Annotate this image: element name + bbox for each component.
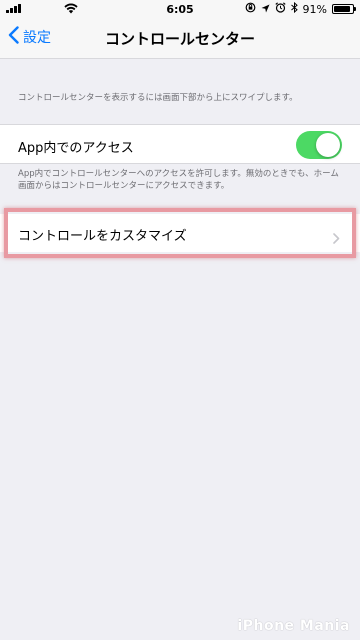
- watermark-logo: iPhone Mania: [237, 618, 350, 634]
- status-icons: 91%: [245, 1, 356, 16]
- highlight-frame: [4, 208, 356, 258]
- swipe-hint-text: コントロールセンターを表示するには画面下部から上にスワイプします。: [18, 93, 298, 103]
- navigation-bar: 設定 コントロールセンター: [0, 18, 360, 59]
- rotation-lock-icon: [245, 2, 256, 16]
- location-icon: [261, 3, 270, 16]
- bluetooth-icon: [290, 1, 298, 16]
- access-within-apps-label: App内でのアクセス: [18, 141, 134, 156]
- access-hint-text: App内でコントロールセンターへのアクセスを許可します。無効のときでも、ホーム画…: [18, 169, 339, 191]
- battery-icon: [332, 4, 356, 14]
- alarm-icon: [274, 2, 286, 16]
- status-bar: 6:05 91%: [0, 0, 360, 18]
- battery-percentage: 91%: [302, 2, 327, 16]
- access-within-apps-toggle[interactable]: [296, 131, 342, 159]
- toggle-knob: [316, 133, 340, 157]
- page-title: コントロールセンター: [104, 30, 255, 48]
- battery-level-fill: [334, 6, 351, 12]
- access-within-apps-row: App内でのアクセス: [0, 124, 360, 164]
